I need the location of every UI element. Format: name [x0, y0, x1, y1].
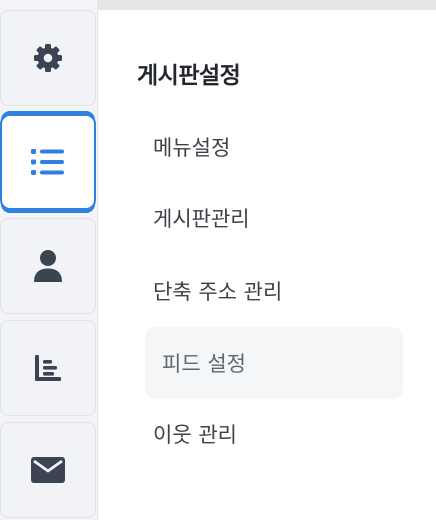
- list-icon: [30, 147, 66, 177]
- gear-icon: [32, 42, 64, 74]
- menu-item-board-management[interactable]: 게시판관리: [145, 182, 403, 254]
- panel-title: 게시판설정: [137, 63, 241, 89]
- envelope-icon: [31, 457, 65, 483]
- sidebar-board-list-button[interactable]: [0, 114, 96, 210]
- sidebar-settings-button[interactable]: [0, 10, 96, 106]
- sidebar-user-button[interactable]: [0, 218, 96, 314]
- bar-chart-icon: [33, 353, 63, 383]
- sidebar-statistics-button[interactable]: [0, 320, 96, 416]
- app-window: 게시판설정 메뉴설정 게시판관리 단축 주소 관리 피드 설정 이웃 관리: [0, 0, 436, 520]
- icon-sidebar: [0, 0, 98, 520]
- menu-item-feed-settings[interactable]: 피드 설정: [145, 327, 403, 399]
- menu-item-neighbor-management[interactable]: 이웃 관리: [145, 398, 403, 470]
- settings-submenu-panel: 게시판설정 메뉴설정 게시판관리 단축 주소 관리 피드 설정 이웃 관리: [98, 10, 436, 520]
- sidebar-mail-button[interactable]: [0, 422, 96, 518]
- user-icon: [33, 249, 63, 283]
- menu-item-menu-settings[interactable]: 메뉴설정: [145, 111, 403, 183]
- menu-item-short-url-management[interactable]: 단축 주소 관리: [145, 255, 403, 327]
- top-bar: [98, 0, 436, 10]
